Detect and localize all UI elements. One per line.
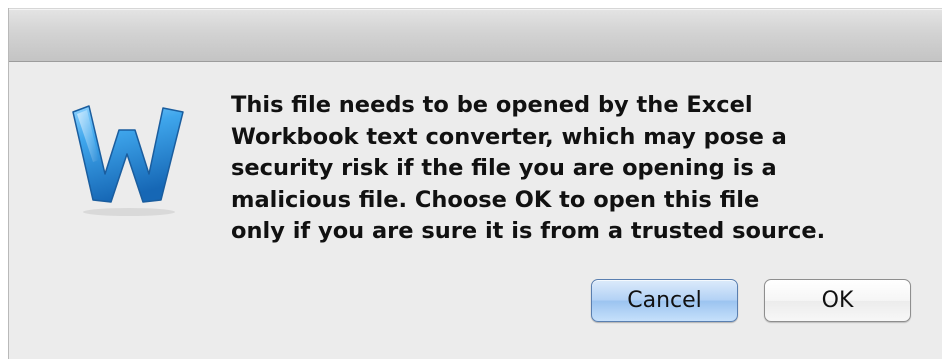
- alert-dialog: This file needs to be opened by the Exce…: [8, 8, 942, 359]
- alert-message: This file needs to be opened by the Exce…: [231, 92, 826, 244]
- word-app-icon: [72, 105, 184, 216]
- title-bar[interactable]: [9, 8, 942, 62]
- ok-button[interactable]: OK: [764, 279, 911, 322]
- cancel-button[interactable]: Cancel: [591, 279, 738, 322]
